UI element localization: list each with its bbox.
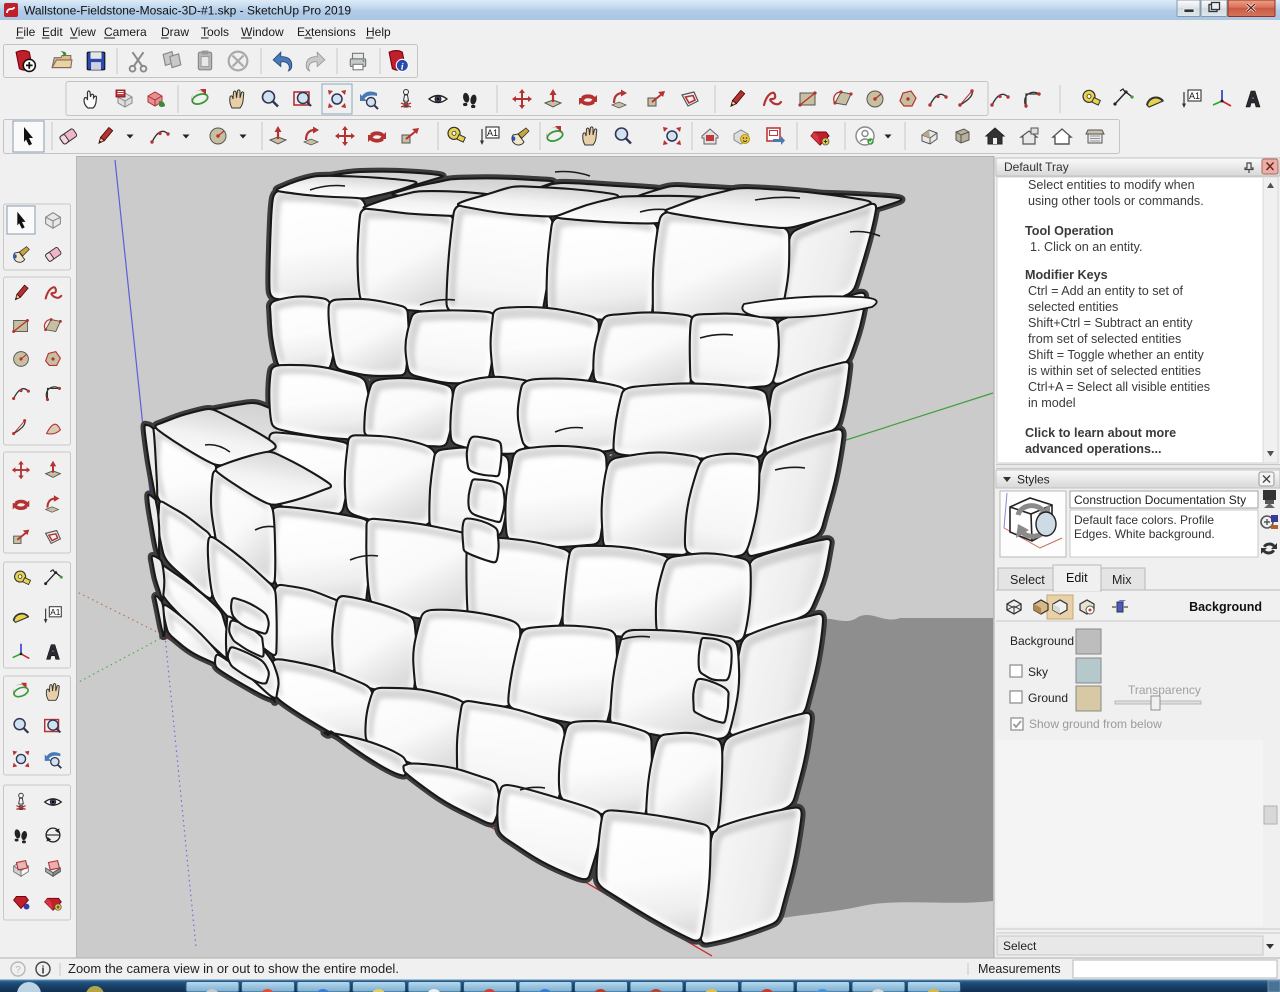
svg-text:File: File xyxy=(16,25,36,39)
svg-text:Ctrl+A = Select all visible en: Ctrl+A = Select all visible entities xyxy=(1028,380,1210,394)
svg-text:Measurements: Measurements xyxy=(978,962,1061,976)
svg-text:Default Tray: Default Tray xyxy=(1004,160,1069,174)
svg-text:Help: Help xyxy=(366,25,391,39)
svg-text:Styles: Styles xyxy=(1017,473,1050,487)
svg-text:Wallstone-Fieldstone-Mosaic-3D: Wallstone-Fieldstone-Mosaic-3D-#1.skp - … xyxy=(24,4,351,18)
svg-text:Ctrl = Add an entity to set of: Ctrl = Add an entity to set of xyxy=(1028,284,1184,298)
svg-text:Edges. White background.: Edges. White background. xyxy=(1074,527,1215,541)
svg-text:selected entities: selected entities xyxy=(1028,300,1118,314)
svg-text:in model: in model xyxy=(1028,396,1076,410)
svg-text:Camera: Camera xyxy=(104,25,147,39)
svg-text:Window: Window xyxy=(241,25,284,39)
svg-text:Tools: Tools xyxy=(201,25,229,39)
svg-text:A1: A1 xyxy=(487,128,498,138)
svg-text:using other tools or commands.: using other tools or commands. xyxy=(1028,194,1204,208)
svg-text:is within set of selected enti: is within set of selected entities xyxy=(1028,364,1201,378)
svg-text:Default face colors. Profile: Default face colors. Profile xyxy=(1074,513,1214,527)
svg-text:A1: A1 xyxy=(1189,91,1200,101)
svg-text:Background: Background xyxy=(1189,600,1262,614)
svg-text:?: ? xyxy=(15,965,21,976)
svg-text:Edit: Edit xyxy=(1066,571,1088,585)
svg-text:Select: Select xyxy=(1003,939,1037,953)
svg-text:Extensions: Extensions xyxy=(297,25,356,39)
svg-text:Select entities to modify when: Select entities to modify when xyxy=(1028,178,1195,192)
svg-text:Mix: Mix xyxy=(1112,573,1132,587)
svg-text:from set of selected entities: from set of selected entities xyxy=(1028,332,1181,346)
svg-text:Draw: Draw xyxy=(161,25,189,39)
svg-text:A1: A1 xyxy=(50,608,61,617)
svg-text:Click to learn about more: Click to learn about more xyxy=(1025,426,1176,440)
svg-text:Shift+Ctrl = Subtract an entit: Shift+Ctrl = Subtract an entity xyxy=(1028,316,1193,330)
svg-text:Edit: Edit xyxy=(42,25,63,39)
svg-text:i: i xyxy=(401,61,404,72)
svg-text:Shift = Toggle whether an enti: Shift = Toggle whether an entity xyxy=(1028,348,1205,362)
svg-text:Ground: Ground xyxy=(1028,691,1068,705)
svg-text:Modifier Keys: Modifier Keys xyxy=(1025,268,1108,282)
svg-text:Construction Documentation Sty: Construction Documentation Sty xyxy=(1074,493,1246,507)
svg-text:Select: Select xyxy=(1010,573,1045,587)
svg-text:View: View xyxy=(70,25,96,39)
svg-text:Zoom the camera view in or out: Zoom the camera view in or out to show t… xyxy=(68,961,399,976)
svg-text:Sky: Sky xyxy=(1028,665,1048,679)
svg-text:Background: Background xyxy=(1010,634,1074,648)
svg-text:Show ground from below: Show ground from below xyxy=(1029,717,1162,731)
svg-text:1. Click on an entity.: 1. Click on an entity. xyxy=(1030,240,1142,254)
svg-text:advanced operations...: advanced operations... xyxy=(1025,442,1161,456)
svg-text:Transparency: Transparency xyxy=(1128,683,1201,697)
svg-text:Tool Operation: Tool Operation xyxy=(1025,224,1114,238)
svg-text:i: i xyxy=(41,965,44,977)
